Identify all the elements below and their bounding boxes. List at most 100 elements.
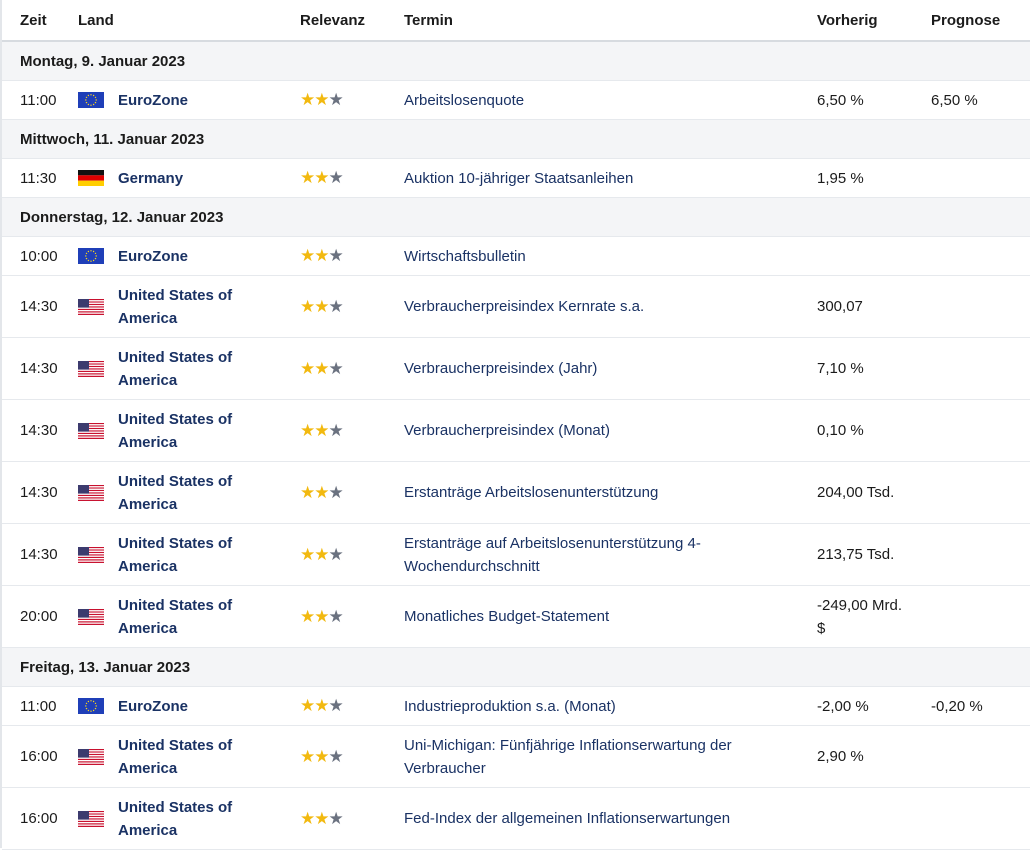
star-filled-icon: ★ — [300, 246, 314, 265]
event-termin-cell: Verbraucherpreisindex (Monat) — [386, 400, 799, 462]
event-row[interactable]: 11:00EuroZone★★★Arbeitslosenquote6,50 %6… — [2, 81, 1030, 120]
day-header-row: Donnerstag, 12. Januar 2023 — [2, 198, 1030, 237]
country-link[interactable]: United States of America — [118, 594, 282, 640]
event-termin-link[interactable]: Industrieproduktion s.a. (Monat) — [404, 698, 616, 715]
event-row[interactable]: 14:30United States of America★★★Verbrauc… — [2, 400, 1030, 462]
col-header-vorherig[interactable]: Vorherig — [799, 0, 913, 41]
table-header: Zeit Land Relevanz Termin Vorherig Progn… — [2, 0, 1030, 41]
star-filled-icon: ★ — [314, 246, 328, 265]
event-termin-link[interactable]: Verbraucherpreisindex (Monat) — [404, 422, 610, 439]
col-header-zeit[interactable]: Zeit — [2, 0, 60, 41]
event-termin-cell: Monatliches Budget-Statement — [386, 586, 799, 648]
day-label: Mittwoch, 11. Januar 2023 — [2, 120, 1030, 159]
relevance-cell: ★★★ — [282, 687, 386, 726]
star-filled-icon: ★ — [300, 607, 314, 626]
event-termin-link[interactable]: Uni-Michigan: Fünfjährige Inflationserwa… — [404, 737, 732, 777]
star-filled-icon: ★ — [300, 545, 314, 564]
country-link[interactable]: EuroZone — [118, 695, 188, 718]
event-termin-link[interactable]: Wirtschaftsbulletin — [404, 248, 526, 265]
event-row[interactable]: 20:00United States of America★★★Monatlic… — [2, 586, 1030, 648]
country-link[interactable]: EuroZone — [118, 89, 188, 112]
event-vorherig — [799, 788, 913, 850]
country-link[interactable]: United States of America — [118, 734, 282, 780]
country-wrap: United States of America — [78, 470, 282, 516]
event-prognose — [913, 159, 1030, 198]
event-row[interactable]: 16:00United States of America★★★Fed-Inde… — [2, 788, 1030, 850]
col-header-prognose[interactable]: Prognose — [913, 0, 1030, 41]
event-prognose — [913, 524, 1030, 586]
country-link[interactable]: United States of America — [118, 796, 282, 842]
country-wrap: United States of America — [78, 532, 282, 578]
col-header-relevanz[interactable]: Relevanz — [282, 0, 386, 41]
event-time: 11:00 — [2, 81, 60, 120]
relevance-cell: ★★★ — [282, 237, 386, 276]
star-filled-icon: ★ — [314, 809, 328, 828]
event-time: 11:30 — [2, 159, 60, 198]
relevance-cell: ★★★ — [282, 586, 386, 648]
star-filled-icon: ★ — [300, 168, 314, 187]
star-empty-icon: ★ — [329, 607, 343, 626]
country-link[interactable]: Germany — [118, 167, 183, 190]
event-time: 20:00 — [2, 586, 60, 648]
us-flag-icon — [78, 609, 104, 625]
relevance-cell: ★★★ — [282, 338, 386, 400]
star-empty-icon: ★ — [329, 90, 343, 109]
country-link[interactable]: United States of America — [118, 284, 282, 330]
event-country-cell: United States of America — [60, 338, 282, 400]
event-country-cell: United States of America — [60, 400, 282, 462]
event-termin-link[interactable]: Verbraucherpreisindex Kernrate s.a. — [404, 298, 644, 315]
event-termin-link[interactable]: Monatliches Budget-Statement — [404, 608, 609, 625]
event-row[interactable]: 11:30Germany★★★Auktion 10-jähriger Staat… — [2, 159, 1030, 198]
event-row[interactable]: 16:00United States of America★★★Uni-Mich… — [2, 726, 1030, 788]
relevance-stars: ★★★ — [300, 483, 343, 502]
event-row[interactable]: 14:30 United States of America★★★ Verbrauc… — [2, 338, 1030, 400]
country-link[interactable]: EuroZone — [118, 245, 188, 268]
col-header-land[interactable]: Land — [60, 0, 282, 41]
star-filled-icon: ★ — [314, 359, 328, 378]
star-empty-icon: ★ — [329, 696, 343, 715]
event-row[interactable]: 10:00 EuroZone ★★★ Wirtschaftsbulletin — [2, 237, 1030, 276]
event-country-cell: United States of America — [60, 726, 282, 788]
event-row[interactable]: 11:00EuroZone★★★Industrieproduktion s.a.… — [2, 687, 1030, 726]
event-time: 14:30 — [2, 338, 60, 400]
us-flag-icon — [78, 485, 104, 501]
country-link[interactable]: United States of America — [118, 346, 282, 392]
event-time: 10:00 — [2, 237, 60, 276]
star-filled-icon: ★ — [300, 483, 314, 502]
star-empty-icon: ★ — [329, 809, 343, 828]
event-termin-cell: Erstanträge auf Arbeitslosenunterstützun… — [386, 524, 799, 586]
us-flag-icon — [78, 547, 104, 563]
event-vorherig — [799, 237, 913, 276]
us-flag-icon — [78, 299, 104, 315]
country-link[interactable]: United States of America — [118, 470, 282, 516]
event-termin-link[interactable]: Erstanträge Arbeitslosenunterstützung — [404, 484, 658, 501]
event-termin-link[interactable]: Verbraucherpreisindex (Jahr) — [404, 360, 597, 377]
relevance-stars: ★★★ — [300, 90, 343, 109]
star-empty-icon: ★ — [329, 168, 343, 187]
event-termin-link[interactable]: Arbeitslosenquote — [404, 92, 524, 109]
event-row[interactable]: 14:30United States of America★★★Verbrauc… — [2, 276, 1030, 338]
event-prognose — [913, 462, 1030, 524]
star-empty-icon: ★ — [329, 747, 343, 766]
eu-flag-icon — [78, 248, 104, 264]
event-row[interactable]: 14:30United States of America★★★Erstantr… — [2, 524, 1030, 586]
event-vorherig: 204,00 Tsd. — [799, 462, 913, 524]
star-empty-icon: ★ — [329, 483, 343, 502]
day-label: Freitag, 13. Januar 2023 — [2, 648, 1030, 687]
relevance-stars: ★★★ — [300, 545, 343, 564]
event-row[interactable]: 14:30United States of America★★★Erstantr… — [2, 462, 1030, 524]
event-termin-link[interactable]: Erstanträge auf Arbeitslosenunterstützun… — [404, 535, 701, 575]
event-prognose: 6,50 % — [913, 81, 1030, 120]
eu-flag-icon — [78, 92, 104, 108]
event-vorherig: 1,95 % — [799, 159, 913, 198]
star-filled-icon: ★ — [314, 545, 328, 564]
event-termin-link[interactable]: Auktion 10-jähriger Staatsanleihen — [404, 170, 633, 187]
event-termin-cell: Auktion 10-jähriger Staatsanleihen — [386, 159, 799, 198]
star-filled-icon: ★ — [314, 607, 328, 626]
star-filled-icon: ★ — [314, 483, 328, 502]
event-prognose — [913, 276, 1030, 338]
event-termin-link[interactable]: Fed-Index der allgemeinen Inflationserwa… — [404, 810, 730, 827]
country-link[interactable]: United States of America — [118, 408, 282, 454]
col-header-termin[interactable]: Termin — [386, 0, 799, 41]
country-link[interactable]: United States of America — [118, 532, 282, 578]
